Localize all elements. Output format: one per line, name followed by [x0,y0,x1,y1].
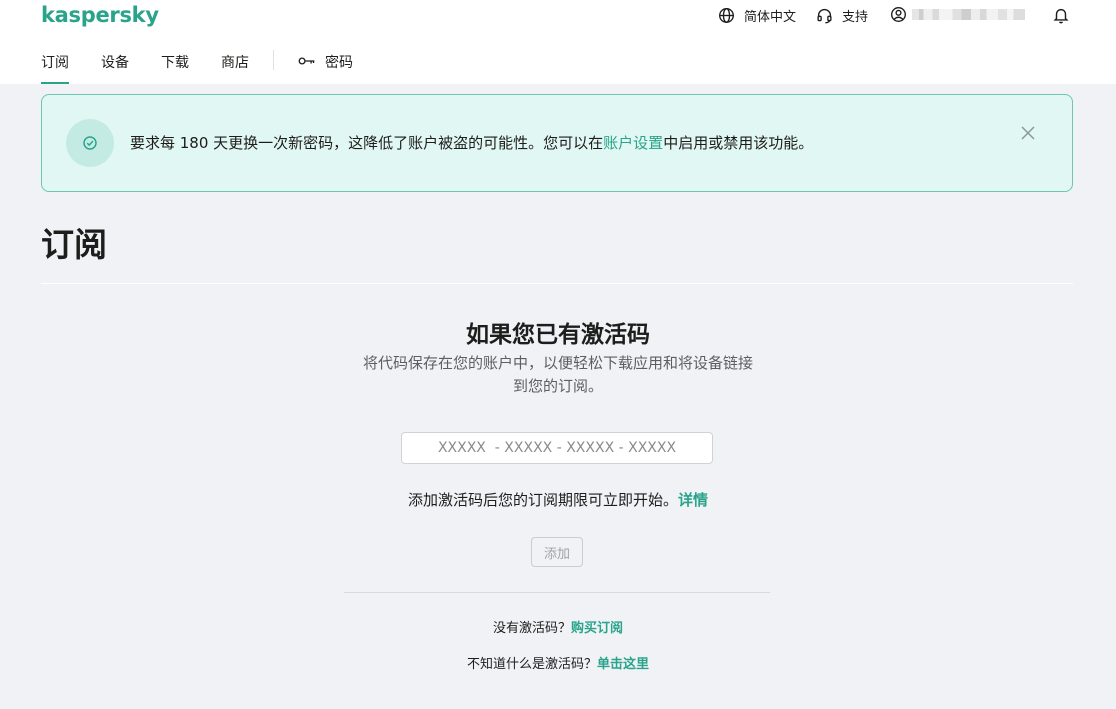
activation-start-note: 添加激活码后您的订阅期限可立即开始。详情 [0,489,1116,510]
title-divider [41,283,1073,284]
nav-tab-store[interactable]: 商店 [221,52,249,84]
close-icon [1021,126,1035,140]
add-code-button[interactable]: 添加 [531,537,583,567]
activation-heading: 如果您已有激活码 [466,322,650,348]
no-code-line: 没有激活码？购买订阅 [0,617,1116,636]
account-menu[interactable] [890,6,1025,23]
banner-icon-wrap [66,119,114,167]
password-rotation-banner: 要求每 180 天更换一次新密码，这降低了账户被盗的可能性。您可以在账户设置中启… [41,94,1073,192]
banner-text-before: 要求每 180 天更换一次新密码，这降低了账户被盗的可能性。您可以在 [130,134,604,152]
nav-tab-passwords[interactable]: 密码 [298,52,353,84]
banner-text-after: 中启用或禁用该功能。 [663,134,814,152]
header-actions: 简体中文 支持 [0,6,1116,26]
activation-divider [344,592,770,593]
banner-close-button[interactable] [1020,125,1036,145]
main-nav: 订阅 设备 下载 商店 密码 [41,50,385,84]
what-is-code-text: 不知道什么是激活码？ [466,657,597,672]
nav-tab-devices[interactable]: 设备 [101,52,129,84]
notifications-button[interactable] [1052,6,1070,24]
nav-tab-subscriptions[interactable]: 订阅 [41,52,69,84]
activation-description-line2: 到您的订阅。 [512,377,603,395]
no-code-text: 没有激活码？ [492,621,571,636]
language-label: 简体中文 [744,10,797,25]
bell-icon [1053,8,1069,24]
user-circle-icon [891,7,906,22]
support-label: 支持 [842,10,869,25]
headset-icon [817,8,832,24]
nav-tab-downloads[interactable]: 下载 [161,52,189,84]
activation-start-text: 添加激活码后您的订阅期限可立即开始。 [407,491,678,509]
activation-description-line1: 将代码保存在您的账户中，以便轻松下载应用和将设备链接 [362,354,753,372]
buy-subscription-link[interactable]: 购买订阅 [571,621,623,636]
support-link[interactable]: 支持 [816,6,868,25]
account-settings-link[interactable]: 账户设置 [603,134,663,152]
activation-description: 将代码保存在您的账户中，以便轻松下载应用和将设备链接 到您的订阅。 [0,352,1116,398]
key-icon [298,57,315,65]
click-here-link[interactable]: 单击这里 [597,657,649,672]
banner-message: 要求每 180 天更换一次新密码，这降低了账户被盗的可能性。您可以在账户设置中启… [130,132,813,153]
globe-icon [719,8,734,23]
details-link[interactable]: 详情 [678,491,708,509]
account-email-masked [912,9,1025,20]
nav-divider [273,50,274,70]
what-is-code-line: 不知道什么是激活码？单击这里 [0,653,1116,672]
language-selector[interactable]: 简体中文 [718,6,796,25]
activation-code-input[interactable] [401,432,713,464]
nav-passwords-label: 密码 [325,55,353,71]
header: kaspersky 简体中文 支持 订阅 设备 下载 商店 密码 [0,0,1116,84]
check-circle-icon [83,136,97,150]
page-title: 订阅 [41,225,107,264]
